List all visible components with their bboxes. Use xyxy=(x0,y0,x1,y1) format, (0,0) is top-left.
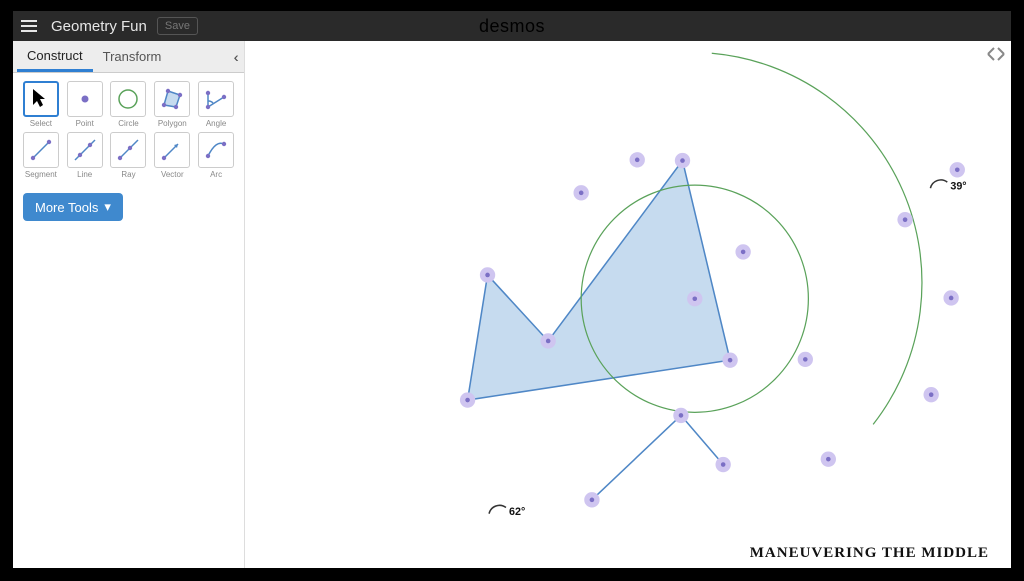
brand-logo: desmos xyxy=(479,16,545,37)
tool-arc[interactable]: Arc xyxy=(196,132,236,179)
tool-label: Angle xyxy=(206,119,226,128)
tool-grid: Select Point Circle Polygon Angle Segment Line… xyxy=(13,73,244,187)
vector-shape[interactable] xyxy=(681,415,723,464)
point[interactable] xyxy=(541,333,556,348)
app-header: Geometry Fun Save desmos xyxy=(13,11,1011,41)
hamburger-menu-icon[interactable] xyxy=(21,15,43,37)
point[interactable] xyxy=(821,451,836,466)
line-icon xyxy=(67,132,103,168)
point[interactable] xyxy=(798,352,813,367)
polygon-icon xyxy=(154,81,190,117)
circle-icon xyxy=(110,81,146,117)
tool-polygon[interactable]: Polygon xyxy=(152,81,192,128)
tool-label: Point xyxy=(76,119,94,128)
tool-label: Select xyxy=(30,119,52,128)
point[interactable] xyxy=(924,387,939,402)
tool-label: Line xyxy=(77,170,92,179)
tool-line[interactable]: Line xyxy=(65,132,105,179)
tool-label: Circle xyxy=(118,119,138,128)
tool-label: Segment xyxy=(25,170,57,179)
vector-icon xyxy=(154,132,190,168)
select-icon xyxy=(23,81,59,117)
tool-point[interactable]: Point xyxy=(65,81,105,128)
point[interactable] xyxy=(715,457,730,472)
tool-vector[interactable]: Vector xyxy=(152,132,192,179)
point[interactable] xyxy=(574,185,589,200)
tool-ray[interactable]: Ray xyxy=(109,132,149,179)
more-tools-button[interactable]: More Tools ▾ xyxy=(23,193,123,221)
more-tools-label: More Tools xyxy=(35,200,98,215)
arc-icon xyxy=(198,132,234,168)
point[interactable] xyxy=(630,152,645,167)
tab-construct[interactable]: Construct xyxy=(17,41,93,72)
tool-circle[interactable]: Circle xyxy=(109,81,149,128)
tool-label: Ray xyxy=(121,170,135,179)
angle-icon xyxy=(198,81,234,117)
tool-label: Vector xyxy=(161,170,184,179)
canvas-svg: 39° 62° xyxy=(245,41,1011,568)
fullscreen-icon[interactable] xyxy=(987,47,1005,66)
document-title: Geometry Fun xyxy=(51,18,147,35)
point-icon xyxy=(67,81,103,117)
segment-icon xyxy=(23,132,59,168)
point[interactable] xyxy=(950,162,965,177)
point[interactable] xyxy=(673,408,688,423)
watermark-text: MANEUVERING THE MIDDLE xyxy=(750,545,989,562)
angle-marker[interactable] xyxy=(930,180,947,188)
point[interactable] xyxy=(687,291,702,306)
tab-transform[interactable]: Transform xyxy=(93,41,172,72)
point[interactable] xyxy=(735,244,750,259)
point[interactable] xyxy=(460,392,475,407)
polygon-shape[interactable] xyxy=(468,161,730,400)
tool-angle[interactable]: Angle xyxy=(196,81,236,128)
angle-value: 62° xyxy=(509,506,525,518)
point[interactable] xyxy=(584,492,599,507)
chevron-down-icon: ▾ xyxy=(104,199,111,215)
sidebar-tabs: Construct Transform ‹‹ xyxy=(13,41,244,73)
point[interactable] xyxy=(722,352,737,367)
angle-value: 39° xyxy=(950,181,966,193)
tool-select[interactable]: Select xyxy=(21,81,61,128)
point[interactable] xyxy=(897,212,912,227)
angle-marker[interactable] xyxy=(489,505,506,513)
tool-segment[interactable]: Segment xyxy=(21,132,61,179)
ray-icon xyxy=(110,132,146,168)
point[interactable] xyxy=(480,267,495,282)
tool-sidebar: Construct Transform ‹‹ Select Point Circle… xyxy=(13,41,245,568)
geometry-canvas[interactable]: 39° 62° MANEUVERING THE MIDDLE xyxy=(245,41,1011,568)
arc-shape[interactable] xyxy=(712,53,922,424)
vector-shape[interactable] xyxy=(592,415,681,499)
tool-label: Arc xyxy=(210,170,222,179)
save-button[interactable]: Save xyxy=(157,17,198,35)
point[interactable] xyxy=(675,153,690,168)
tool-label: Polygon xyxy=(158,119,187,128)
point[interactable] xyxy=(943,290,958,305)
